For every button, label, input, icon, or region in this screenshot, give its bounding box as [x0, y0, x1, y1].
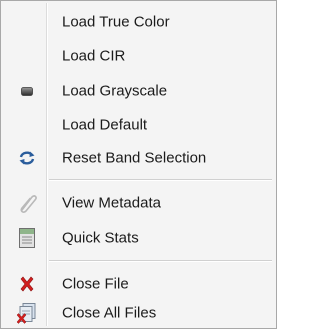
menu-item-label: Load CIR [62, 47, 126, 65]
menu-item-label: Load Default [62, 116, 148, 134]
menu-item-quick-stats[interactable]: Quick Stats [3, 223, 274, 253]
red-x-icon [16, 273, 38, 295]
stats-document-icon [16, 227, 38, 249]
paperclip-icon [16, 192, 38, 214]
menu-item-label: Close File [62, 275, 129, 293]
menu-item-label: Load Grayscale [62, 82, 168, 100]
menu-item-label: View Metadata [62, 194, 161, 212]
menu-item-label: Close All Files [62, 304, 157, 322]
menu-separator [49, 260, 272, 262]
empty-icon-slot [16, 114, 38, 136]
menu-item-load-default[interactable]: Load Default [3, 110, 274, 140]
selected-bullet-icon [16, 80, 38, 102]
menu-item-label: Reset Band Selection [62, 149, 207, 167]
menu-item-load-true-color[interactable]: Load True Color [3, 7, 274, 37]
refresh-icon [16, 147, 38, 169]
context-menu: Load True Color Load CIR Load Grayscale … [0, 0, 277, 329]
empty-icon-slot [16, 11, 38, 33]
close-all-files-icon [16, 302, 38, 324]
menu-item-reset-band-selection[interactable]: Reset Band Selection [3, 143, 274, 173]
menu-item-load-cir[interactable]: Load CIR [3, 41, 274, 71]
menu-item-close-file[interactable]: Close File [3, 269, 274, 299]
menu-item-label: Load True Color [62, 13, 170, 31]
menu-item-load-grayscale[interactable]: Load Grayscale [3, 76, 274, 106]
menu-separator [49, 179, 272, 181]
empty-icon-slot [16, 45, 38, 67]
menu-item-label: Quick Stats [62, 229, 139, 247]
menu-item-view-metadata[interactable]: View Metadata [3, 188, 274, 218]
menu-item-close-all-files[interactable]: Close All Files [3, 298, 274, 328]
